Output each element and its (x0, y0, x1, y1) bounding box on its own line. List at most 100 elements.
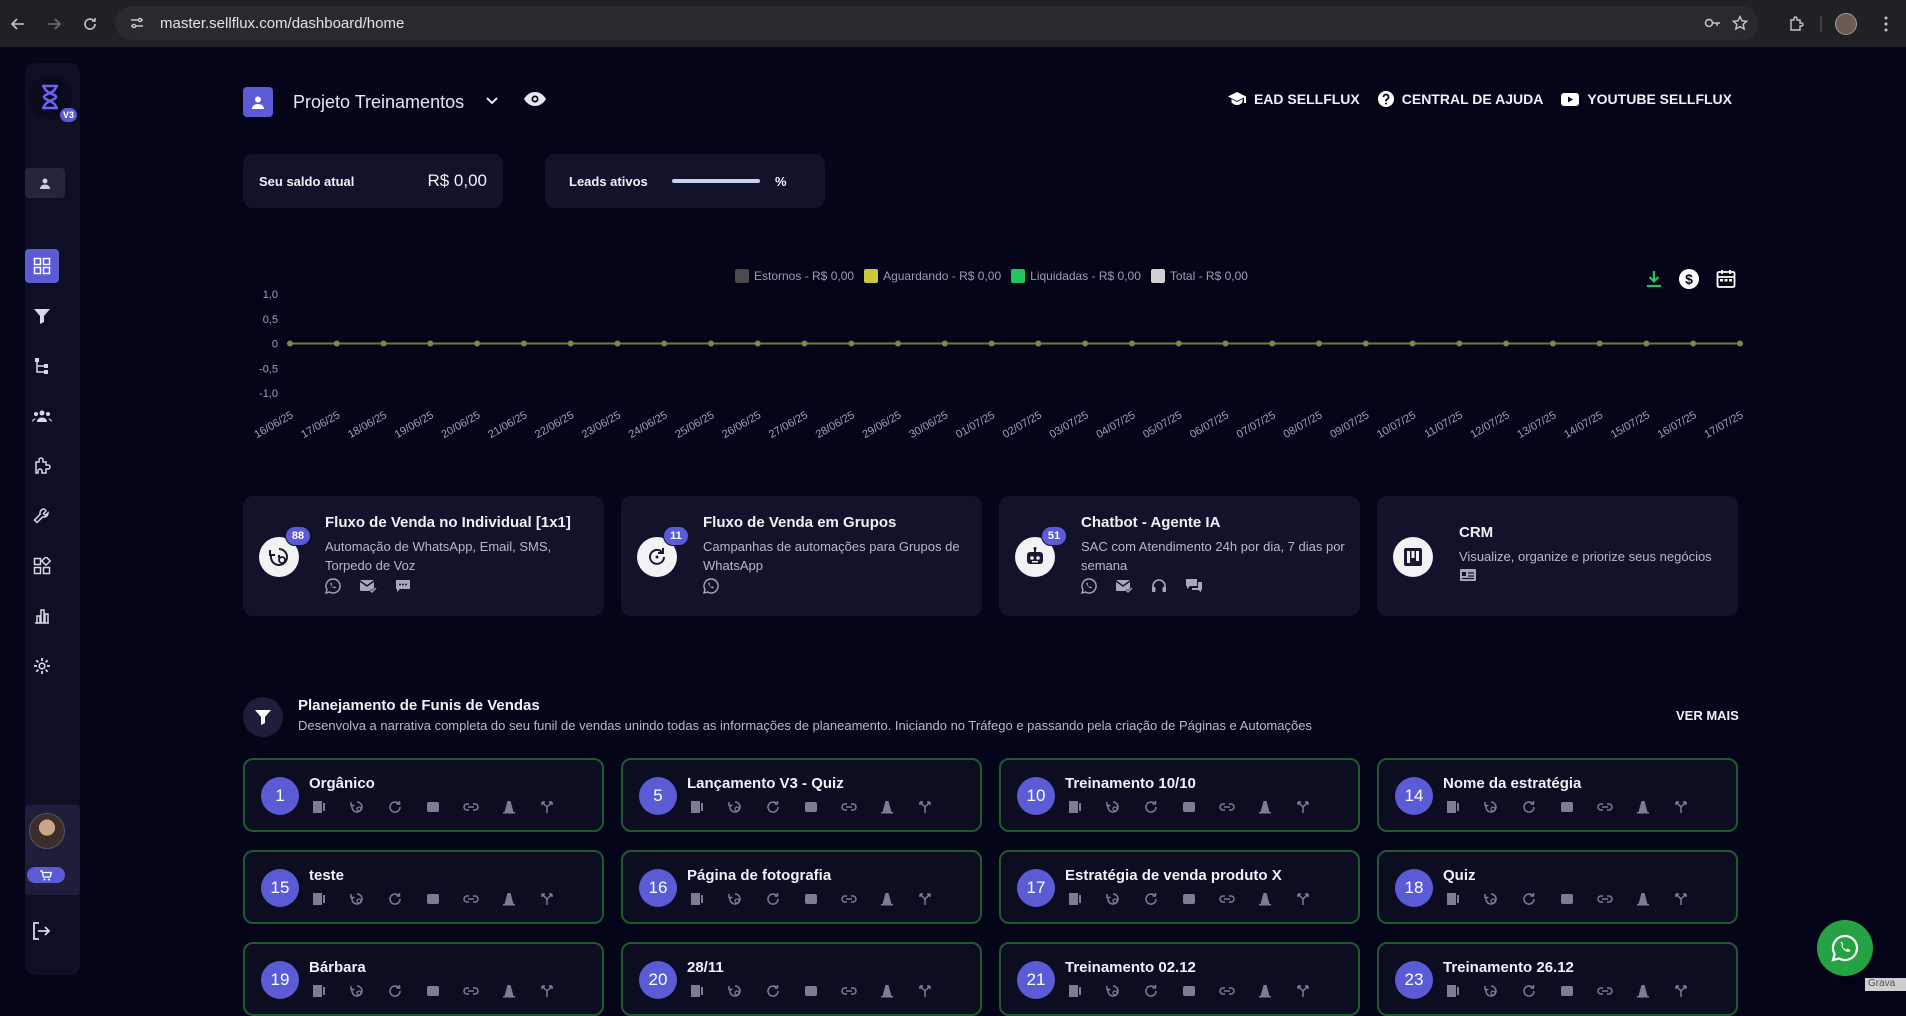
product-card[interactable]: 88 Fluxo de Venda no Individual [1x1] Auto… (243, 496, 604, 616)
funnel-card[interactable]: 20 28/11 (621, 942, 982, 1016)
video-icon[interactable] (803, 984, 819, 998)
funnel-card[interactable]: 18 Quiz (1377, 850, 1738, 924)
data-point[interactable] (848, 340, 855, 347)
video-icon[interactable] (1181, 984, 1197, 998)
data-point[interactable] (1549, 340, 1556, 347)
video-icon[interactable] (803, 892, 819, 906)
link-icon[interactable] (463, 892, 479, 906)
sidebar-item-integrations[interactable] (25, 449, 59, 483)
split-icon[interactable] (539, 892, 555, 906)
bookmark-star-icon[interactable] (1732, 15, 1748, 31)
traffic-cone-icon[interactable] (1635, 800, 1651, 814)
product-card[interactable]: CRM Visualize, organize e priorize seus n… (1377, 496, 1738, 616)
traffic-cone-icon[interactable] (501, 800, 517, 814)
data-point[interactable] (614, 340, 621, 347)
data-point[interactable] (707, 340, 714, 347)
link-icon[interactable] (1597, 984, 1613, 998)
link-icon[interactable] (841, 984, 857, 998)
ead-link[interactable]: EAD SELLFLUX (1227, 91, 1360, 107)
split-icon[interactable] (917, 984, 933, 998)
page-icon[interactable] (689, 892, 705, 906)
data-point[interactable] (1175, 340, 1182, 347)
data-point[interactable] (1409, 340, 1416, 347)
group-flow-icon[interactable] (1143, 984, 1159, 998)
split-icon[interactable] (1673, 984, 1689, 998)
link-icon[interactable] (1219, 800, 1235, 814)
page-icon[interactable] (1445, 984, 1461, 998)
data-point[interactable] (287, 340, 293, 347)
link-icon[interactable] (1597, 892, 1613, 906)
profile-avatar[interactable] (1826, 12, 1866, 35)
group-flow-icon[interactable] (1521, 892, 1537, 906)
traffic-cone-icon[interactable] (1635, 892, 1651, 906)
data-point[interactable] (1690, 340, 1697, 347)
link-icon[interactable] (463, 984, 479, 998)
split-icon[interactable] (539, 800, 555, 814)
group-flow-icon[interactable] (387, 984, 403, 998)
individual-flow-icon[interactable] (1105, 984, 1121, 998)
data-point[interactable] (333, 340, 340, 347)
traffic-cone-icon[interactable] (879, 892, 895, 906)
group-flow-icon[interactable] (387, 800, 403, 814)
traffic-cone-icon[interactable] (1257, 800, 1273, 814)
individual-flow-icon[interactable] (1483, 800, 1499, 814)
traffic-cone-icon[interactable] (879, 984, 895, 998)
back-button[interactable] (0, 6, 36, 42)
data-point[interactable] (895, 340, 902, 347)
help-center-label[interactable]: CENTRAL DE AJUDA (1402, 91, 1544, 107)
data-point[interactable] (1737, 340, 1743, 347)
individual-flow-icon[interactable] (349, 800, 365, 814)
split-icon[interactable] (1295, 984, 1311, 998)
video-icon[interactable] (425, 984, 441, 998)
page-icon[interactable] (1445, 892, 1461, 906)
split-icon[interactable] (1295, 892, 1311, 906)
split-icon[interactable] (1673, 800, 1689, 814)
chevron-down-icon[interactable] (485, 93, 499, 107)
group-flow-icon[interactable] (1143, 892, 1159, 906)
data-point[interactable] (988, 340, 995, 347)
ead-link-label[interactable]: EAD SELLFLUX (1254, 91, 1360, 107)
individual-flow-icon[interactable] (1105, 800, 1121, 814)
sidebar-item-tools[interactable] (25, 499, 59, 533)
split-icon[interactable] (917, 800, 933, 814)
data-point[interactable] (1035, 340, 1042, 347)
group-flow-icon[interactable] (387, 892, 403, 906)
funnel-card[interactable]: 5 Lançamento V3 - Quiz (621, 758, 982, 832)
data-point[interactable] (427, 340, 434, 347)
see-more-link[interactable]: VER MAIS (1676, 708, 1739, 723)
sidebar-item-dashboard[interactable] (25, 249, 59, 283)
data-point[interactable] (1222, 340, 1229, 347)
user-switch-button[interactable] (25, 168, 65, 198)
funnel-card[interactable]: 23 Treinamento 26.12 (1377, 942, 1738, 1016)
individual-flow-icon[interactable] (1483, 892, 1499, 906)
page-icon[interactable] (311, 800, 327, 814)
page-icon[interactable] (1445, 800, 1461, 814)
video-icon[interactable] (1559, 984, 1575, 998)
group-flow-icon[interactable] (765, 892, 781, 906)
sidebar-item-flows[interactable] (25, 349, 59, 383)
page-icon[interactable] (311, 984, 327, 998)
data-point[interactable] (1456, 340, 1463, 347)
data-point[interactable] (1316, 340, 1323, 347)
individual-flow-icon[interactable] (349, 892, 365, 906)
sidebar-item-funnels[interactable] (25, 299, 59, 333)
sidebar-item-settings[interactable] (25, 649, 59, 683)
link-icon[interactable] (841, 800, 857, 814)
sidebar-item-contacts[interactable] (25, 399, 59, 433)
page-icon[interactable] (1067, 984, 1083, 998)
individual-flow-icon[interactable] (1483, 984, 1499, 998)
data-point[interactable] (474, 340, 481, 347)
link-icon[interactable] (841, 892, 857, 906)
individual-flow-icon[interactable] (727, 800, 743, 814)
individual-flow-icon[interactable] (727, 892, 743, 906)
forward-button[interactable] (36, 6, 72, 42)
sidebar-item-apps[interactable] (25, 549, 59, 583)
project-selector[interactable]: Projeto Treinamentos (293, 92, 464, 113)
data-point[interactable] (941, 340, 948, 347)
page-icon[interactable] (689, 800, 705, 814)
password-key-icon[interactable] (1704, 16, 1722, 30)
link-icon[interactable] (1219, 892, 1235, 906)
data-point[interactable] (1643, 340, 1650, 347)
youtube-link-label[interactable]: YOUTUBE SELLFLUX (1587, 91, 1732, 107)
data-point[interactable] (661, 340, 668, 347)
